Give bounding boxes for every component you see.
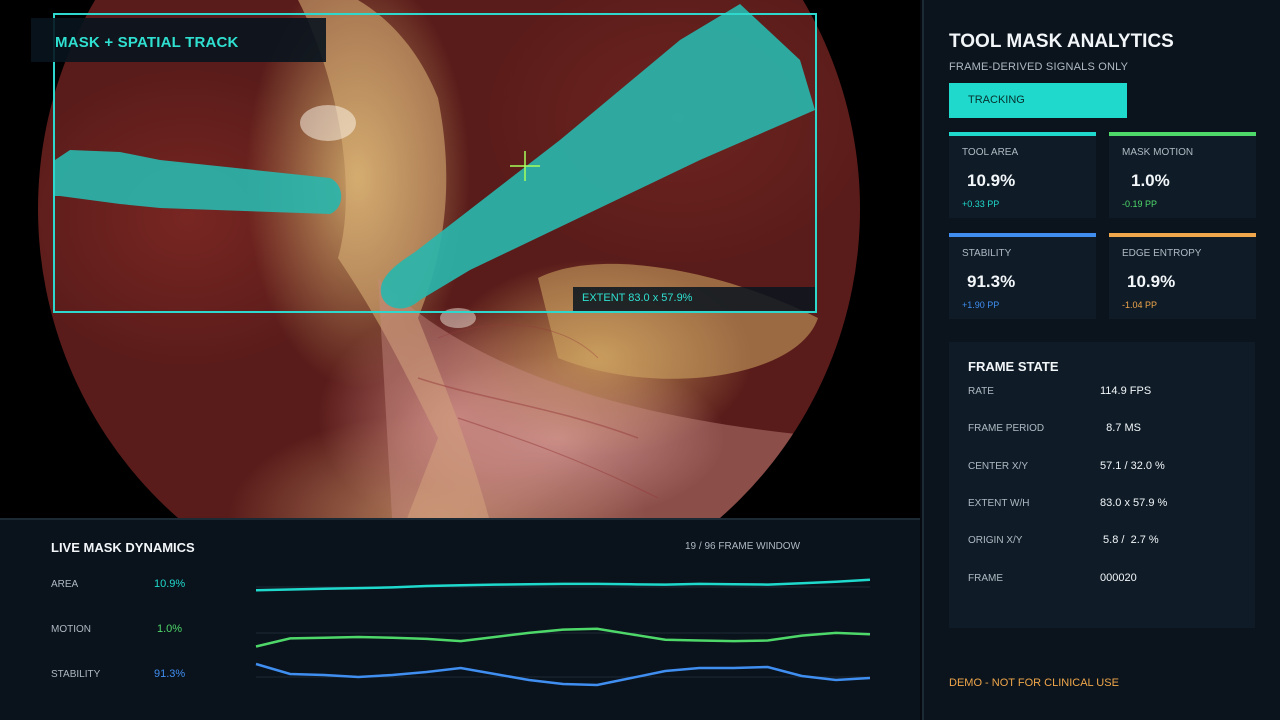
video-label-box: MASK + SPATIAL TRACK [31,18,326,62]
tracking-status-badge: TRACKING [949,83,1127,118]
sparkline-area [255,578,871,592]
frame-state-value: 8.7 MS [1100,422,1141,434]
frame-state-row-extent: EXTENT W/H 83.0 x 57.9 % [949,496,1255,512]
frame-state-row-rate: RATE 114.9 FPS [949,384,1255,400]
metric-value: 10.9% [1127,272,1176,291]
metric-value: 10.9% [967,171,1016,190]
metric-accent-bar [1109,233,1256,237]
frame-state-value: 114.9 FPS [1100,385,1152,397]
extent-badge: EXTENT 83.0 x 57.9% [573,287,815,311]
metric-label: STABILITY [962,248,1012,259]
frame-state-row-origin: ORIGIN X/Y 5.8 / 2.7 % [949,533,1255,549]
live-dynamics-panel: LIVE MASK DYNAMICS 19 / 96 FRAME WINDOW … [0,518,920,720]
frame-state-card: FRAME STATE RATE 114.9 FPS FRAME PERIOD … [949,342,1255,628]
metric-delta: +0.33 PP [962,199,1000,209]
metric-value: 1.0% [1131,171,1170,190]
metric-delta: -0.19 PP [1122,199,1158,209]
metric-value: 91.3% [967,272,1016,291]
frame-state-key: FRAME [968,573,1003,584]
frame-state-key: CENTER X/Y [968,461,1029,472]
metric-delta: -1.04 PP [1122,300,1158,310]
metric-label: EDGE ENTROPY [1122,248,1202,259]
metric-accent-bar [949,132,1096,136]
sparkline-stability [255,662,871,687]
metric-card-tool-area: TOOL AREA 10.9% +0.33 PP [949,132,1096,218]
metric-card-mask-motion: MASK MOTION 1.0% -0.19 PP [1109,132,1256,218]
frame-state-key: RATE [968,386,994,397]
metric-delta: +1.90 PP [962,300,1000,310]
metric-card-edge-entropy: EDGE ENTROPY 10.9% -1.04 PP [1109,233,1256,319]
frame-state-value: 83.0 x 57.9 % [1100,497,1168,509]
frame-state-key: ORIGIN X/Y [968,535,1023,546]
metric-card-stability: STABILITY 91.3% +1.90 PP [949,233,1096,319]
panel-subtitle: FRAME-DERIVED SIGNALS ONLY [949,61,1129,73]
sparkline-motion [255,627,871,648]
frame-state-key: FRAME PERIOD [968,423,1045,434]
frame-state-key: EXTENT W/H [968,498,1030,509]
frame-state-row-period: FRAME PERIOD 8.7 MS [949,421,1255,437]
panel-title: TOOL MASK ANALYTICS [949,31,1174,52]
metric-label: MASK MOTION [1122,147,1194,158]
metric-label: TOOL AREA [962,147,1019,158]
video-feed: EXTENT 83.0 x 57.9% MASK + SPATIAL TRACK [0,0,920,518]
frame-state-value: 000020 [1100,572,1137,584]
metric-accent-bar [949,233,1096,237]
extent-label: EXTENT 83.0 x 57.9% [582,292,693,304]
tracking-status-label: TRACKING [968,94,1025,106]
sparkline-chart [255,578,871,687]
frame-state-row-frame: FRAME 000020 [949,571,1255,587]
frame-state-value: 57.1 / 32.0 % [1100,460,1165,472]
metric-accent-bar [1109,132,1256,136]
demo-disclaimer: DEMO - NOT FOR CLINICAL USE [949,677,1119,689]
video-label: MASK + SPATIAL TRACK [55,34,239,51]
frame-state-row-center: CENTER X/Y 57.1 / 32.0 % [949,459,1255,475]
analytics-panel: TOOL MASK ANALYTICS FRAME-DERIVED SIGNAL… [922,0,1280,720]
frame-state-value: 5.8 / 2.7 % [1100,534,1159,546]
frame-state-title: FRAME STATE [968,359,1059,374]
